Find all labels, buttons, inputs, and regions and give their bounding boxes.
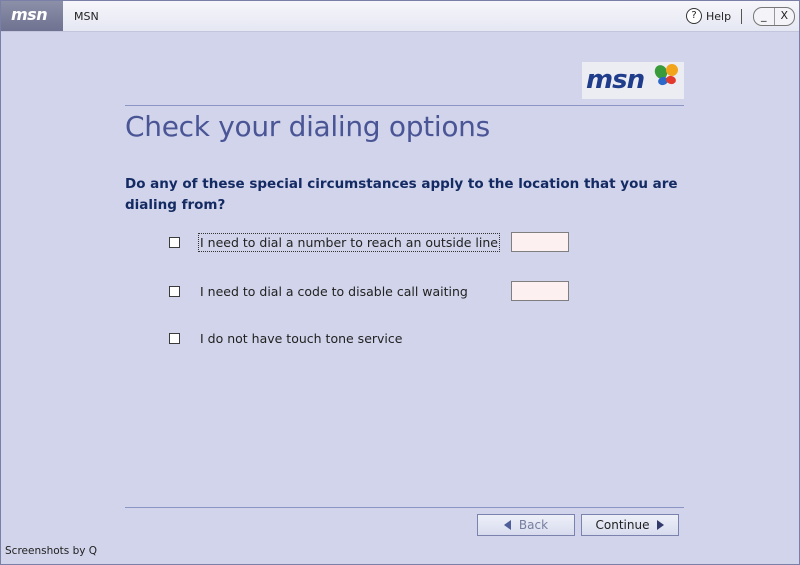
bottom-divider bbox=[125, 507, 684, 508]
outside-line-number-input[interactable] bbox=[511, 232, 569, 252]
continue-button[interactable]: Continue bbox=[581, 514, 679, 536]
option-outside-line[interactable]: I need to dial a number to reach an outs… bbox=[169, 233, 500, 252]
msn-title-logo: msn bbox=[11, 5, 48, 24]
help-label: Help bbox=[706, 9, 732, 23]
option-touch-tone[interactable]: I do not have touch tone service bbox=[169, 331, 402, 346]
screenshot-credit: Screenshots by Q bbox=[5, 545, 98, 557]
top-divider bbox=[125, 105, 684, 106]
msn-butterfly-icon bbox=[654, 64, 678, 86]
minimize-button[interactable]: _ bbox=[754, 8, 775, 25]
window-controls: _ X bbox=[753, 7, 795, 26]
back-button[interactable]: Back bbox=[477, 514, 575, 536]
msn-setup-window: msn MSN ? Help _ X msn Check your dialin… bbox=[0, 0, 800, 565]
touch-tone-label[interactable]: I do not have touch tone service bbox=[200, 331, 402, 346]
titlebar-separator bbox=[741, 9, 742, 24]
help-icon: ? bbox=[686, 8, 702, 24]
back-arrow-icon bbox=[503, 520, 511, 530]
help-button[interactable]: ? Help bbox=[686, 8, 731, 24]
call-waiting-code-input[interactable] bbox=[511, 281, 569, 301]
close-button[interactable]: X bbox=[775, 8, 795, 25]
back-button-label: Back bbox=[518, 518, 549, 532]
call-waiting-label[interactable]: I need to dial a code to disable call wa… bbox=[200, 284, 468, 299]
question-text: Do any of these special circumstances ap… bbox=[125, 176, 678, 213]
continue-arrow-icon bbox=[657, 520, 665, 530]
option-call-waiting[interactable]: I need to dial a code to disable call wa… bbox=[169, 284, 468, 299]
title-bar: msn MSN ? Help _ X bbox=[1, 1, 799, 32]
outside-line-label[interactable]: I need to dial a number to reach an outs… bbox=[198, 233, 500, 252]
msn-logo-text: msn bbox=[586, 65, 645, 95]
window-title: MSN bbox=[74, 10, 99, 23]
call-waiting-checkbox[interactable] bbox=[169, 286, 180, 297]
outside-line-checkbox[interactable] bbox=[169, 237, 180, 248]
msn-logo: msn bbox=[582, 62, 684, 99]
title-logo-box: msn bbox=[1, 1, 63, 31]
page-title: Check your dialing options bbox=[125, 110, 490, 143]
continue-button-label: Continue bbox=[595, 518, 650, 532]
touch-tone-checkbox[interactable] bbox=[169, 333, 180, 344]
